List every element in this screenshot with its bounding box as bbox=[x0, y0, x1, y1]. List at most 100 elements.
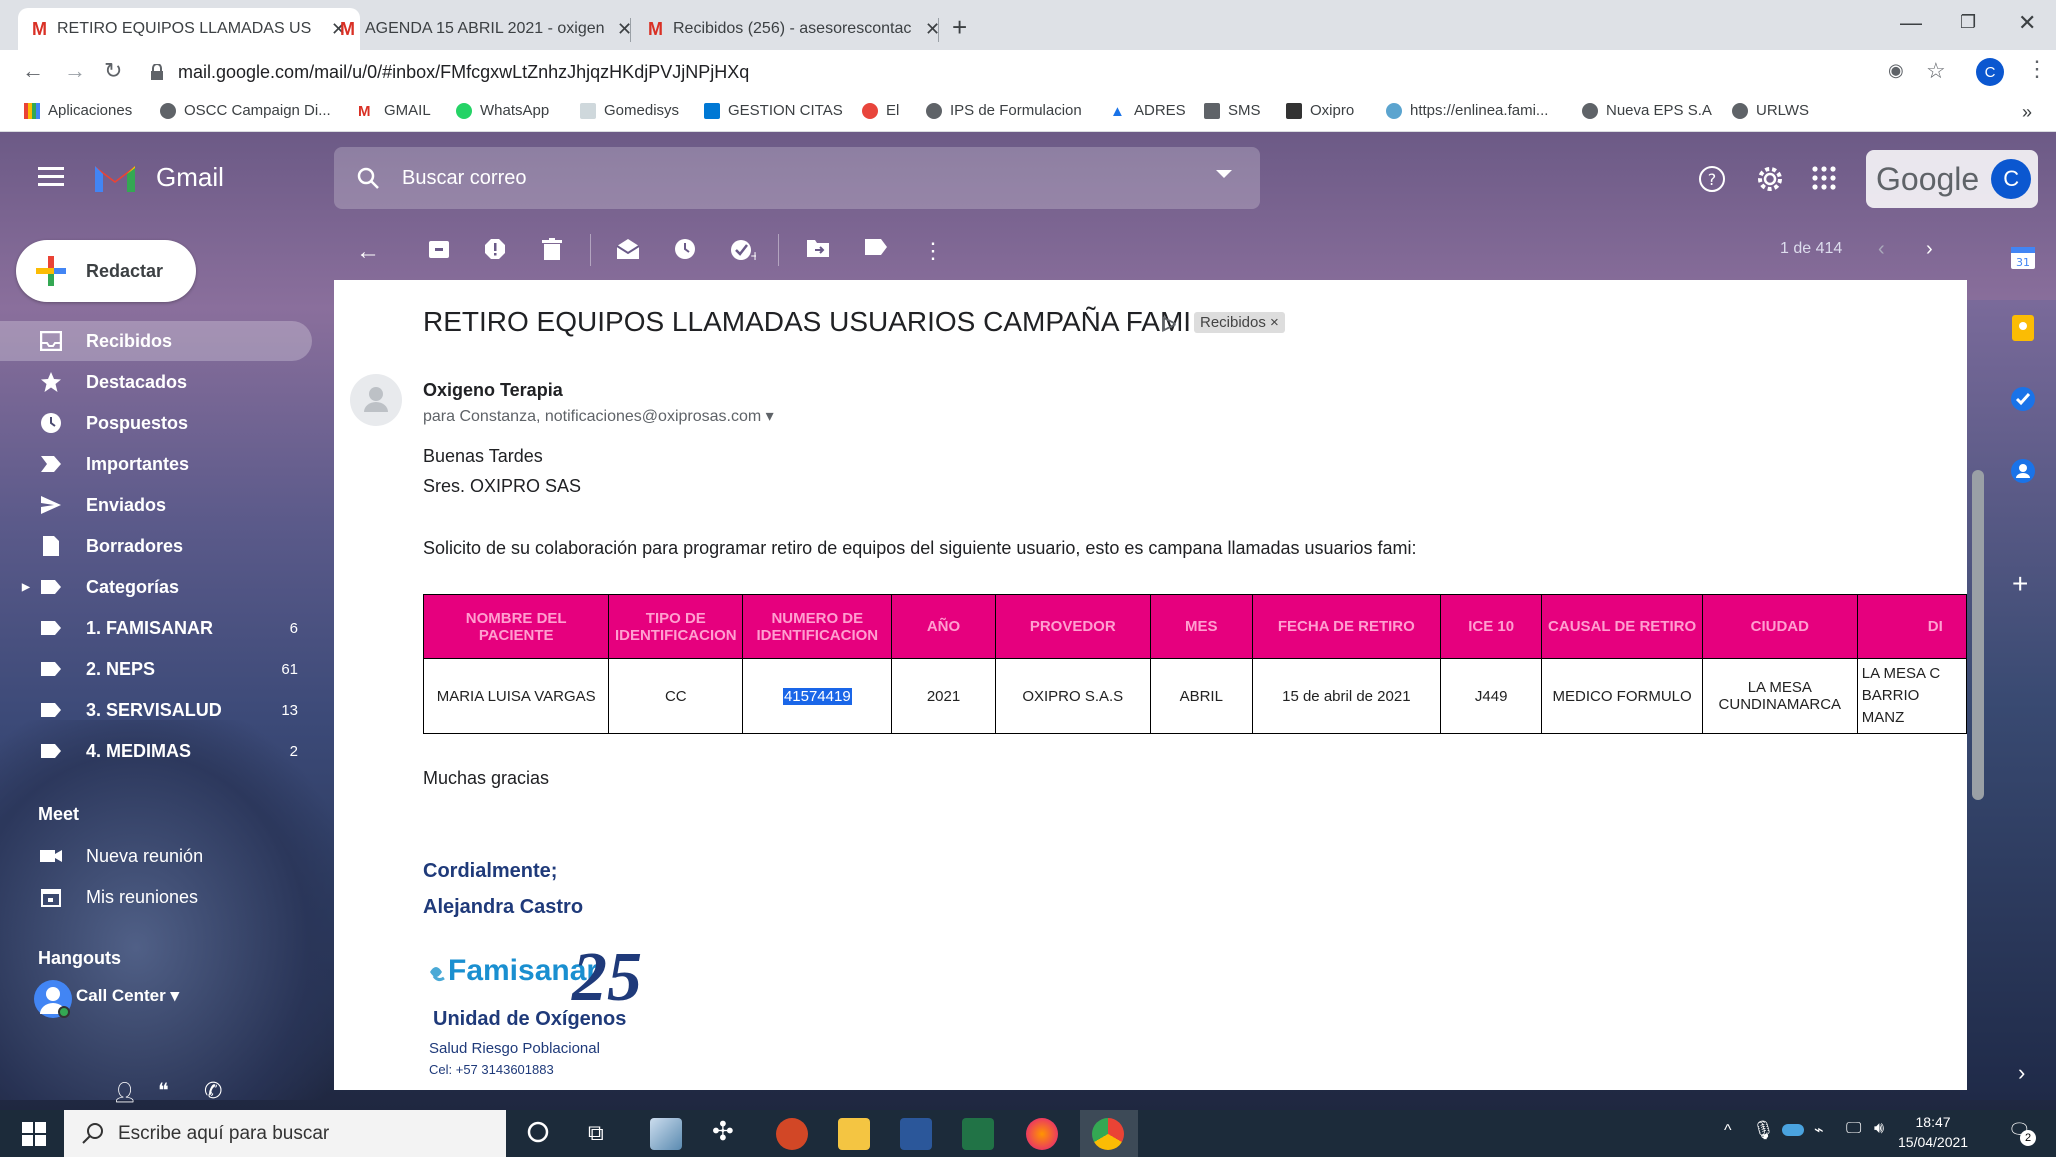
keep-app-icon[interactable] bbox=[2010, 314, 2036, 342]
bookmark-gestion-citas[interactable]: GESTION CITAS bbox=[704, 102, 843, 119]
bookmark-oscc[interactable]: OSCC Campaign Di... bbox=[160, 102, 331, 119]
meet-my-meetings[interactable]: Mis reuniones bbox=[0, 877, 312, 917]
tab-active[interactable]: M RETIRO EQUIPOS LLAMADAS US ✕ bbox=[18, 8, 361, 50]
mark-unread-icon[interactable] bbox=[616, 238, 640, 260]
nav-item-recibidos[interactable]: Recibidos bbox=[0, 321, 312, 361]
details-caret-icon[interactable]: ▾ bbox=[766, 408, 774, 425]
calendar-app-icon[interactable]: 31 bbox=[2010, 244, 2036, 270]
search-options-icon[interactable] bbox=[1216, 170, 1232, 180]
reload-icon[interactable]: ↻ bbox=[104, 58, 122, 84]
bookmark-ips[interactable]: IPS de Formulacion bbox=[926, 102, 1082, 119]
nav-item-importantes[interactable]: Importantes bbox=[0, 444, 312, 484]
search-input[interactable]: Buscar correo bbox=[402, 167, 527, 190]
firefox-icon[interactable] bbox=[1026, 1118, 1058, 1150]
microphone-icon[interactable]: 🎙︎ bbox=[1752, 1120, 1775, 1141]
meet-new-meeting[interactable]: Nueva reunión bbox=[0, 836, 312, 876]
onedrive-icon[interactable] bbox=[1782, 1124, 1804, 1136]
label-as-icon[interactable] bbox=[864, 238, 888, 256]
file-explorer-icon[interactable] bbox=[838, 1118, 870, 1150]
nav-item-enviados[interactable]: Enviados bbox=[0, 485, 312, 525]
excel-icon[interactable] bbox=[962, 1118, 994, 1150]
recipients[interactable]: para Constanza, notificaciones@oxiprosas… bbox=[423, 406, 774, 426]
gmail-logo-icon[interactable] bbox=[92, 160, 138, 196]
snooze-icon[interactable] bbox=[674, 238, 696, 260]
task-view-icon[interactable]: ⧉ bbox=[588, 1120, 604, 1146]
label-chip[interactable]: Recibidos × bbox=[1194, 312, 1285, 333]
address-bar[interactable]: mail.google.com/mail/u/0/#inbox/FMfcgxwL… bbox=[150, 57, 1870, 87]
tab-recibidos[interactable]: M Recibidos (256) - asesorescontac ✕ bbox=[634, 8, 954, 50]
star-bookmark-icon[interactable]: ☆ bbox=[1926, 58, 1946, 84]
account-avatar[interactable]: C bbox=[1991, 159, 2032, 199]
tasks-app-icon[interactable] bbox=[2010, 386, 2036, 412]
forward-icon[interactable]: → bbox=[64, 58, 86, 84]
person-icon[interactable]: 👤︎ bbox=[112, 1080, 137, 1105]
bookmark-whatsapp[interactable]: WhatsApp bbox=[456, 102, 549, 119]
move-to-icon[interactable] bbox=[806, 238, 830, 258]
bookmark-adres[interactable]: ▲ ADRES bbox=[1110, 102, 1186, 120]
nav-item-neps[interactable]: 2. NEPS 61 bbox=[0, 649, 312, 689]
expand-arrow-icon[interactable]: ▶ bbox=[22, 582, 30, 593]
nav-item-medimas[interactable]: 4. MEDIMAS 2 bbox=[0, 731, 312, 771]
maximize-icon[interactable]: ❐ bbox=[1960, 12, 1976, 33]
archive-icon[interactable] bbox=[428, 238, 450, 260]
newer-icon[interactable]: ‹ bbox=[1878, 238, 1885, 261]
main-menu-icon[interactable] bbox=[38, 166, 64, 186]
bookmark-sms[interactable]: SMS bbox=[1204, 102, 1261, 119]
nav-item-pospuestos[interactable]: Pospuestos bbox=[0, 403, 312, 443]
show-side-panel-icon[interactable]: › bbox=[2018, 1060, 2025, 1086]
bookmark-apps[interactable]: Aplicaciones bbox=[24, 102, 132, 119]
taskbar-clock[interactable]: 18:47 15/04/2021 bbox=[1898, 1112, 1968, 1152]
back-icon[interactable]: ← bbox=[22, 58, 44, 84]
bookmark-oxipro[interactable]: Oxipro bbox=[1286, 102, 1354, 119]
help-icon[interactable]: ? bbox=[1698, 165, 1726, 193]
nav-item-categorias[interactable]: ▶ Categorías bbox=[0, 567, 312, 607]
google-account-badge[interactable]: Google C bbox=[1866, 150, 2038, 208]
phone-icon[interactable]: ✆ bbox=[204, 1078, 222, 1104]
get-addons-icon[interactable]: + bbox=[2012, 568, 2028, 600]
word-icon[interactable] bbox=[900, 1118, 932, 1150]
sender-name[interactable]: Oxigeno Terapia bbox=[423, 380, 563, 401]
bookmark-el[interactable]: El bbox=[862, 102, 899, 119]
more-options-icon[interactable]: ⋮ bbox=[922, 238, 944, 264]
remove-label-icon[interactable]: × bbox=[1270, 314, 1279, 331]
report-spam-icon[interactable] bbox=[484, 238, 506, 260]
nav-item-servisalud[interactable]: 3. SERVISALUD 13 bbox=[0, 690, 312, 730]
window-close-icon[interactable]: ✕ bbox=[2018, 10, 2036, 36]
bookmarks-overflow-icon[interactable]: » bbox=[2022, 102, 2032, 123]
cortana-icon[interactable] bbox=[526, 1120, 550, 1144]
chrome-icon[interactable] bbox=[1092, 1118, 1124, 1150]
compose-button[interactable]: Redactar bbox=[16, 240, 196, 302]
search-bar[interactable]: Buscar correo bbox=[334, 147, 1260, 209]
hangouts-user[interactable]: Call Center ▾ bbox=[76, 986, 179, 1006]
important-marker-icon[interactable]: ᐅ bbox=[1160, 312, 1177, 338]
extension-icon[interactable]: ◉ bbox=[1888, 60, 1904, 81]
nav-item-borradores[interactable]: Borradores bbox=[0, 526, 312, 566]
network-icon[interactable]: 🖵︎ bbox=[1846, 1120, 1861, 1138]
taskbar-app-icon[interactable] bbox=[650, 1118, 682, 1150]
taskbar-search[interactable]: Escribe aquí para buscar bbox=[64, 1110, 506, 1157]
hangouts-quote-icon[interactable]: ❝ bbox=[158, 1078, 169, 1103]
nav-item-famisanar[interactable]: 1. FAMISANAR 6 bbox=[0, 608, 312, 648]
settings-gear-icon[interactable] bbox=[1755, 164, 1785, 194]
tray-expand-icon[interactable]: ^ bbox=[1724, 1122, 1732, 1140]
scrollbar[interactable] bbox=[1972, 470, 1984, 800]
profile-avatar[interactable]: C bbox=[1976, 58, 2004, 86]
volume-icon[interactable]: 🔊︎ bbox=[1874, 1120, 1884, 1138]
bookmark-urlws[interactable]: URLWS bbox=[1732, 102, 1809, 119]
taskbar-search-input[interactable]: Escribe aquí para buscar bbox=[118, 1123, 329, 1145]
kebab-menu-icon[interactable]: ⋮ bbox=[2026, 56, 2048, 82]
search-icon[interactable] bbox=[356, 166, 380, 190]
bookmark-famisanar[interactable]: https://enlinea.fami... bbox=[1386, 102, 1548, 119]
nav-item-destacados[interactable]: Destacados bbox=[0, 362, 312, 402]
older-icon[interactable]: › bbox=[1926, 238, 1933, 261]
windows-start-icon[interactable] bbox=[22, 1122, 46, 1146]
bookmark-nueva-eps[interactable]: Nueva EPS S.A bbox=[1582, 102, 1712, 119]
google-apps-icon[interactable] bbox=[1812, 166, 1836, 190]
tab-agenda[interactable]: M AGENDA 15 ABRIL 2021 - oxigen ✕ bbox=[326, 8, 646, 50]
gmail-wordmark[interactable]: Gmail bbox=[156, 162, 224, 193]
new-tab-button[interactable]: + bbox=[952, 12, 967, 43]
delete-icon[interactable] bbox=[542, 238, 562, 260]
taskbar-app-arrows-icon[interactable]: ✣ bbox=[712, 1116, 734, 1147]
contacts-app-icon[interactable] bbox=[2010, 458, 2036, 484]
power-icon[interactable]: ⌁ bbox=[1814, 1120, 1824, 1140]
